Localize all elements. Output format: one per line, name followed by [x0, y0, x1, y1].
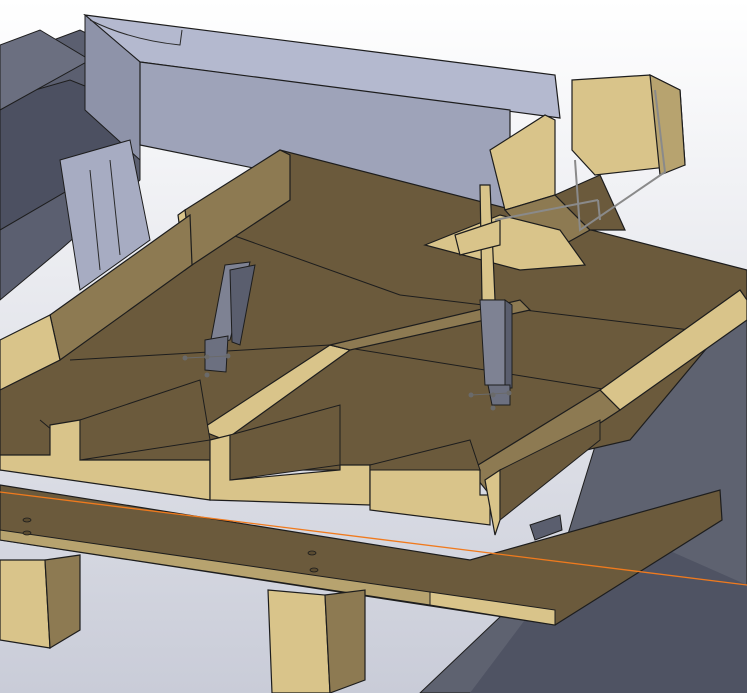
sketch-point-icon[interactable] [490, 405, 496, 411]
sketch-point-icon[interactable] [204, 372, 210, 378]
cad-viewport[interactable] [0, 0, 747, 693]
model-graphics-area[interactable] [0, 0, 747, 693]
